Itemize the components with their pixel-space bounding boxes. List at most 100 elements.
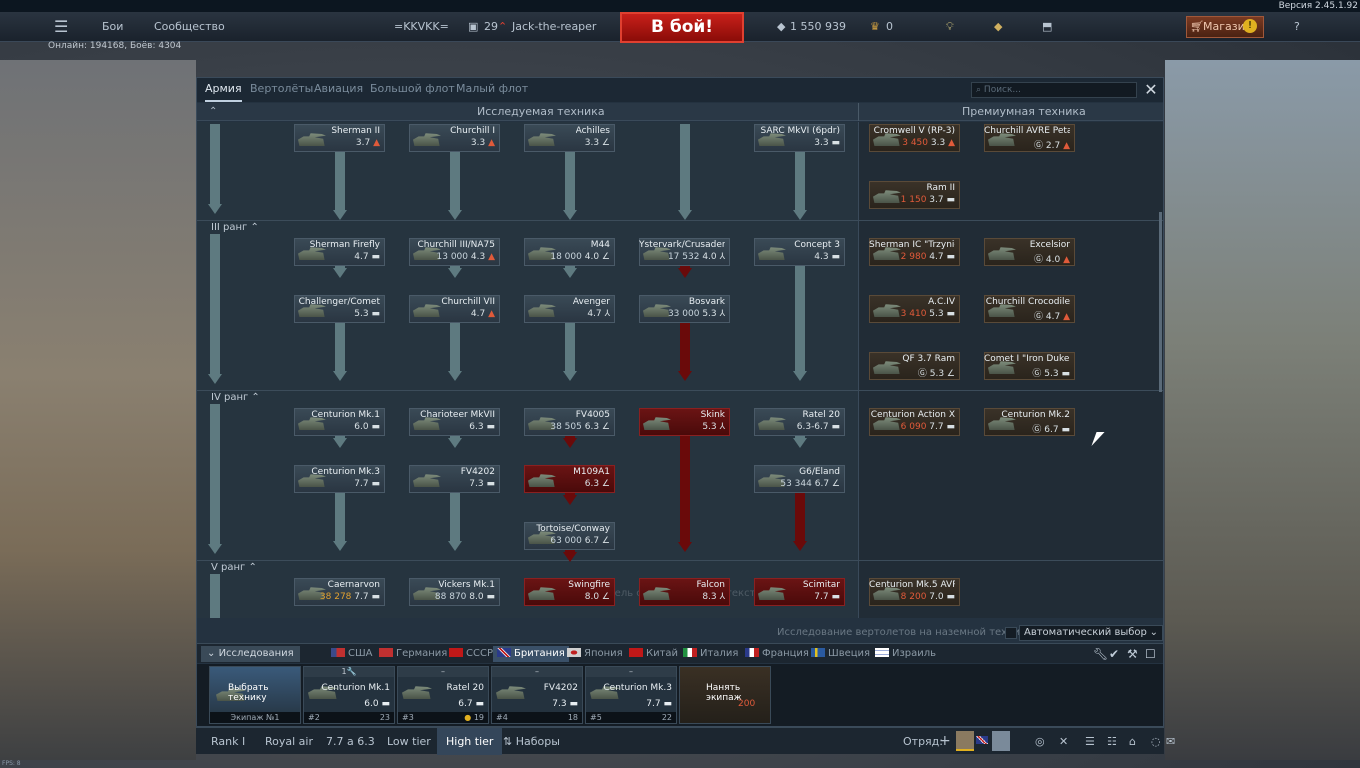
- close-icon[interactable]: ✕: [1141, 80, 1161, 100]
- research-toggle[interactable]: ⌄ Исследования: [201, 646, 300, 662]
- presets-button[interactable]: ⇅ Наборы: [494, 728, 569, 755]
- vehicle-card[interactable]: Falcon 8.3 ⅄: [639, 578, 730, 606]
- preset-rank-i[interactable]: Rank I: [202, 728, 254, 755]
- vehicle-tree[interactable]: III ранг ⌃ IV ранг ⌃ V ранг ⌃ Sherman II…: [197, 122, 1163, 618]
- premium-vehicle-card[interactable]: Comet I "Iron Duke IV"Ⓖ 5.3 ▬: [984, 352, 1075, 380]
- tab-army[interactable]: Армия: [205, 78, 242, 102]
- nation-italy[interactable]: Италия: [683, 646, 738, 662]
- nation-sweden[interactable]: Швеция: [811, 646, 870, 662]
- vehicle-card[interactable]: Achilles 3.3 ∠: [524, 124, 615, 152]
- vehicle-card[interactable]: Caernarvon 38 278 7.7 ▬: [294, 578, 385, 606]
- premium-vehicle-card[interactable]: Sherman IC "Trzyniec"2 980 4.7 ▬: [869, 238, 960, 266]
- shop-button[interactable]: 🛒︎ Магазин!: [1186, 16, 1264, 38]
- vehicle-card[interactable]: Ystervark/Crusader AA17 532 4.0 ⅄: [639, 238, 730, 266]
- nation-japan[interactable]: Япония: [567, 646, 623, 662]
- preset-low-tier[interactable]: Low tier: [378, 728, 440, 755]
- premium-vehicle-card[interactable]: Churchill Crocodile Ⓖ 4.7 ▲: [984, 295, 1075, 323]
- auto-select-dropdown[interactable]: Автоматический выбор ⌄: [1019, 625, 1163, 641]
- vehicle-card[interactable]: Centurion Mk.1 6.0 ▬: [294, 408, 385, 436]
- repair-icon[interactable]: ⚒: [1127, 647, 1138, 661]
- vehicle-card[interactable]: M109A1 6.3 ∠: [524, 465, 615, 493]
- vehicle-card[interactable]: FV4005 38 505 6.3 ∠: [524, 408, 615, 436]
- crew-slot[interactable]: – Ratel 20 6.7 ▬ #3 ● 19: [397, 666, 489, 724]
- premium-vehicle-card[interactable]: Centurion Action X6 090 7.7 ▬: [869, 408, 960, 436]
- vehicle-card[interactable]: Ratel 20 6.3-6.7 ▬: [754, 408, 845, 436]
- nation-usa[interactable]: США: [331, 646, 373, 662]
- hamburger-menu-icon[interactable]: ☰: [54, 12, 68, 42]
- vehicle-card[interactable]: Swingfire 8.0 ∠: [524, 578, 615, 606]
- vehicle-card[interactable]: Avenger 4.7 ⅄: [524, 295, 615, 323]
- premium-vehicle-card[interactable]: Cromwell V (RP-3) 3 450 3.3 ▲: [869, 124, 960, 152]
- vehicle-card[interactable]: Charioteer MkVII 6.3 ▬: [409, 408, 500, 436]
- crew-slot[interactable]: – FV4202 7.3 ▬ #4 18: [491, 666, 583, 724]
- preset-high-tier[interactable]: High tier: [437, 728, 503, 755]
- premium-vehicle-card[interactable]: Ram II 1 150 3.7 ▬: [869, 181, 960, 209]
- close-icon[interactable]: ✕: [1050, 728, 1077, 755]
- community-menu[interactable]: Сообщество: [154, 12, 225, 42]
- wrench-icon[interactable]: 🔧︎: [1093, 647, 1108, 661]
- crew-slot[interactable]: 1🔧 Centurion Mk.1 6.0 ▬ #2 23: [303, 666, 395, 724]
- premium-vehicle-card[interactable]: Centurion Mk.5 AVRE 8 200 7.0 ▬: [869, 578, 960, 606]
- crew-slots: Выбрать технику Экипаж №1 1🔧 Centurion Mk…: [197, 664, 1163, 726]
- rank-divider: [197, 390, 1163, 391]
- vehicle-card[interactable]: Churchill VII 4.7 ▲: [409, 295, 500, 323]
- vehicle-card[interactable]: Concept 3 4.3 ▬: [754, 238, 845, 266]
- nation-france[interactable]: Франция: [745, 646, 809, 662]
- avatar[interactable]: [992, 731, 1010, 751]
- help-icon[interactable]: ?: [1294, 12, 1300, 42]
- search-input[interactable]: ⌕ Поиск...: [971, 82, 1137, 98]
- vehicle-card[interactable]: Centurion Mk.3 7.7 ▬: [294, 465, 385, 493]
- nation-israel[interactable]: Израиль: [875, 646, 936, 662]
- premium-icon[interactable]: ◆: [994, 12, 1002, 42]
- nation-china[interactable]: Китай: [629, 646, 678, 662]
- premium-vehicle-card[interactable]: Churchill AVRE PetardⒼ 2.7 ▲: [984, 124, 1075, 152]
- checkmark-icon[interactable]: ✔: [1109, 647, 1119, 661]
- crew-slot[interactable]: – Centurion Mk.3 7.7 ▬ #5 22: [585, 666, 677, 724]
- to-battle-button[interactable]: В бой!: [620, 12, 744, 43]
- premium-vehicle-card[interactable]: A.C.IV 3 410 5.3 ▬: [869, 295, 960, 323]
- mail-icon[interactable]: ✉: [1164, 728, 1177, 755]
- tab-bluewater-fleet[interactable]: Большой флот: [370, 78, 455, 102]
- coupon-icon[interactable]: ⬒: [1042, 12, 1052, 42]
- vehicle-card[interactable]: Vickers Mk.1 88 870 8.0 ▬: [409, 578, 500, 606]
- preset-77-63[interactable]: 7.7 a 6.3: [317, 728, 384, 755]
- square-icon[interactable]: ☐: [1145, 647, 1156, 661]
- vehicle-card[interactable]: FV4202 7.3 ▬: [409, 465, 500, 493]
- vehicle-card[interactable]: M44 18 000 4.0 ∠: [524, 238, 615, 266]
- squadron-tag[interactable]: =KKVKK=: [394, 12, 449, 42]
- tab-aviation[interactable]: Авиация: [314, 78, 363, 102]
- vehicle-card[interactable]: Sherman II 3.7 ▲: [294, 124, 385, 152]
- gold-balance[interactable]: 0: [886, 12, 893, 42]
- vehicle-card[interactable]: Tortoise/Conway 63 000 6.7 ∠: [524, 522, 615, 550]
- silver-balance[interactable]: 1 550 939: [790, 12, 846, 42]
- nation-britain[interactable]: Британия: [493, 646, 569, 662]
- premium-vehicle-card[interactable]: Excelsior Ⓖ 4.0 ▲: [984, 238, 1075, 266]
- battles-menu[interactable]: Бои: [102, 12, 123, 42]
- tab-helicopters[interactable]: Вертолёты: [250, 78, 313, 102]
- player-nick[interactable]: Jack-the-reaper: [512, 12, 596, 42]
- premium-vehicle-card[interactable]: Centurion Mk.2 Ⓖ 6.7 ▬: [984, 408, 1075, 436]
- vehicle-card[interactable]: Scimitar 7.7 ▬: [754, 578, 845, 606]
- vehicle-card[interactable]: Sherman Firefly 4.7 ▬: [294, 238, 385, 266]
- vehicle-card[interactable]: Challenger/Comet 5.3 ▬: [294, 295, 385, 323]
- vehicle-card[interactable]: Bosvark 33 000 5.3 ⅄: [639, 295, 730, 323]
- online-counter: Онлайн: 194168, Боёв: 4304: [48, 41, 182, 51]
- heli-research-checkbox[interactable]: [1005, 627, 1017, 639]
- vehicle-card[interactable]: SARC MkVI (6pdr) 3.3 ▬: [754, 124, 845, 152]
- hire-crew-slot[interactable]: Нанять экипаж 200: [679, 666, 771, 724]
- player-avatar-icon[interactable]: ▣: [468, 12, 478, 42]
- nation-ussr[interactable]: СССР: [449, 646, 493, 662]
- avatar[interactable]: [956, 731, 974, 751]
- premium-vehicle-card[interactable]: QF 3.7 Ram Ⓖ 5.3 ∠: [869, 352, 960, 380]
- tab-coastal-fleet[interactable]: Малый флот: [456, 78, 528, 102]
- collapse-icon[interactable]: ⌃: [209, 103, 217, 121]
- preset-royal-air[interactable]: Royal air: [256, 728, 322, 755]
- nation-germany[interactable]: Германия: [379, 646, 447, 662]
- vehicle-card[interactable]: G6/Eland 53 344 6.7 ∠: [754, 465, 845, 493]
- vehicle-card[interactable]: Churchill I 3.3 ▲: [409, 124, 500, 152]
- vehicle-card[interactable]: Churchill III/NA75 13 000 4.3 ▲: [409, 238, 500, 266]
- choose-vehicle-slot[interactable]: Выбрать технику Экипаж №1: [209, 666, 301, 724]
- lightbulb-icon[interactable]: 💡︎: [946, 12, 954, 42]
- vehicle-card[interactable]: Skink 5.3 ⅄: [639, 408, 730, 436]
- scrollbar[interactable]: [1159, 212, 1162, 392]
